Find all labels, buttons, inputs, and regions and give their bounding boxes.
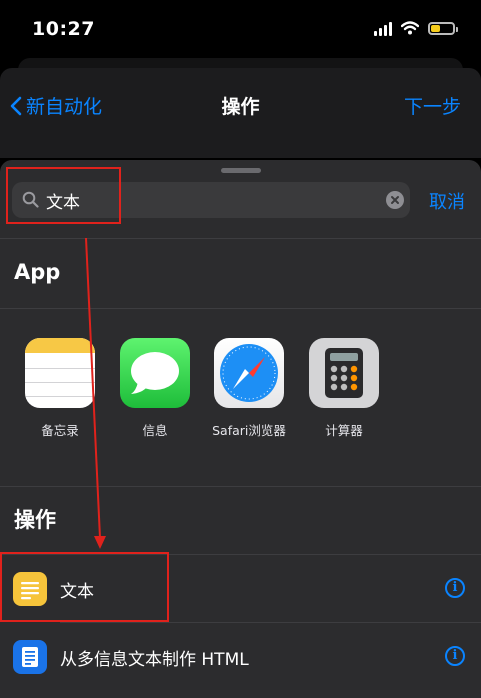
divider [0, 486, 481, 487]
calculator-app-icon [309, 338, 379, 408]
info-icon[interactable]: i [445, 578, 465, 598]
app-label: Safari浏览器 [212, 423, 286, 438]
status-bar: 10:27 [0, 0, 481, 60]
status-icons [374, 20, 458, 36]
cancel-button[interactable]: 取消 [429, 188, 465, 214]
app-messages[interactable]: 信息 [105, 338, 205, 439]
chevron-left-icon [10, 96, 22, 115]
app-label: 计算器 [325, 423, 363, 438]
html-document-icon [13, 640, 47, 674]
info-icon[interactable]: i [445, 646, 465, 666]
action-row-make-html[interactable]: 从多信息文本制作 HTML i [0, 624, 481, 690]
cellular-signal-icon [374, 20, 392, 36]
messages-app-icon [120, 338, 190, 408]
actions-section-title: 操作 [14, 508, 56, 532]
action-label: 从多信息文本制作 HTML [60, 650, 249, 670]
apps-section-title: App [14, 260, 61, 284]
automation-sheet: 新自动化 操作 下一步 [0, 68, 481, 158]
next-button[interactable]: 下一步 [404, 92, 461, 119]
back-button-label: 新自动化 [26, 96, 103, 118]
app-label: 备忘录 [41, 423, 79, 438]
app-calculator[interactable]: 计算器 [294, 338, 394, 439]
notes-app-icon [25, 338, 95, 408]
wifi-icon [401, 21, 419, 35]
divider [0, 308, 481, 309]
safari-app-icon [214, 338, 284, 408]
back-button[interactable]: 新自动化 [10, 92, 102, 119]
sheet-grabber[interactable] [220, 168, 261, 173]
app-safari[interactable]: Safari浏览器 [199, 338, 299, 439]
battery-icon [428, 21, 458, 35]
annotation-box-search [6, 167, 121, 224]
clear-search-icon[interactable] [386, 191, 404, 209]
app-notes[interactable]: 备忘录 [10, 338, 110, 439]
divider [60, 622, 481, 623]
status-time: 10:27 [32, 18, 95, 40]
annotation-box-text-action [0, 552, 169, 622]
app-label: 信息 [142, 423, 168, 438]
divider [0, 238, 481, 239]
apps-grid: 备忘录 信息 Safari浏览器 计算器 [0, 338, 481, 448]
